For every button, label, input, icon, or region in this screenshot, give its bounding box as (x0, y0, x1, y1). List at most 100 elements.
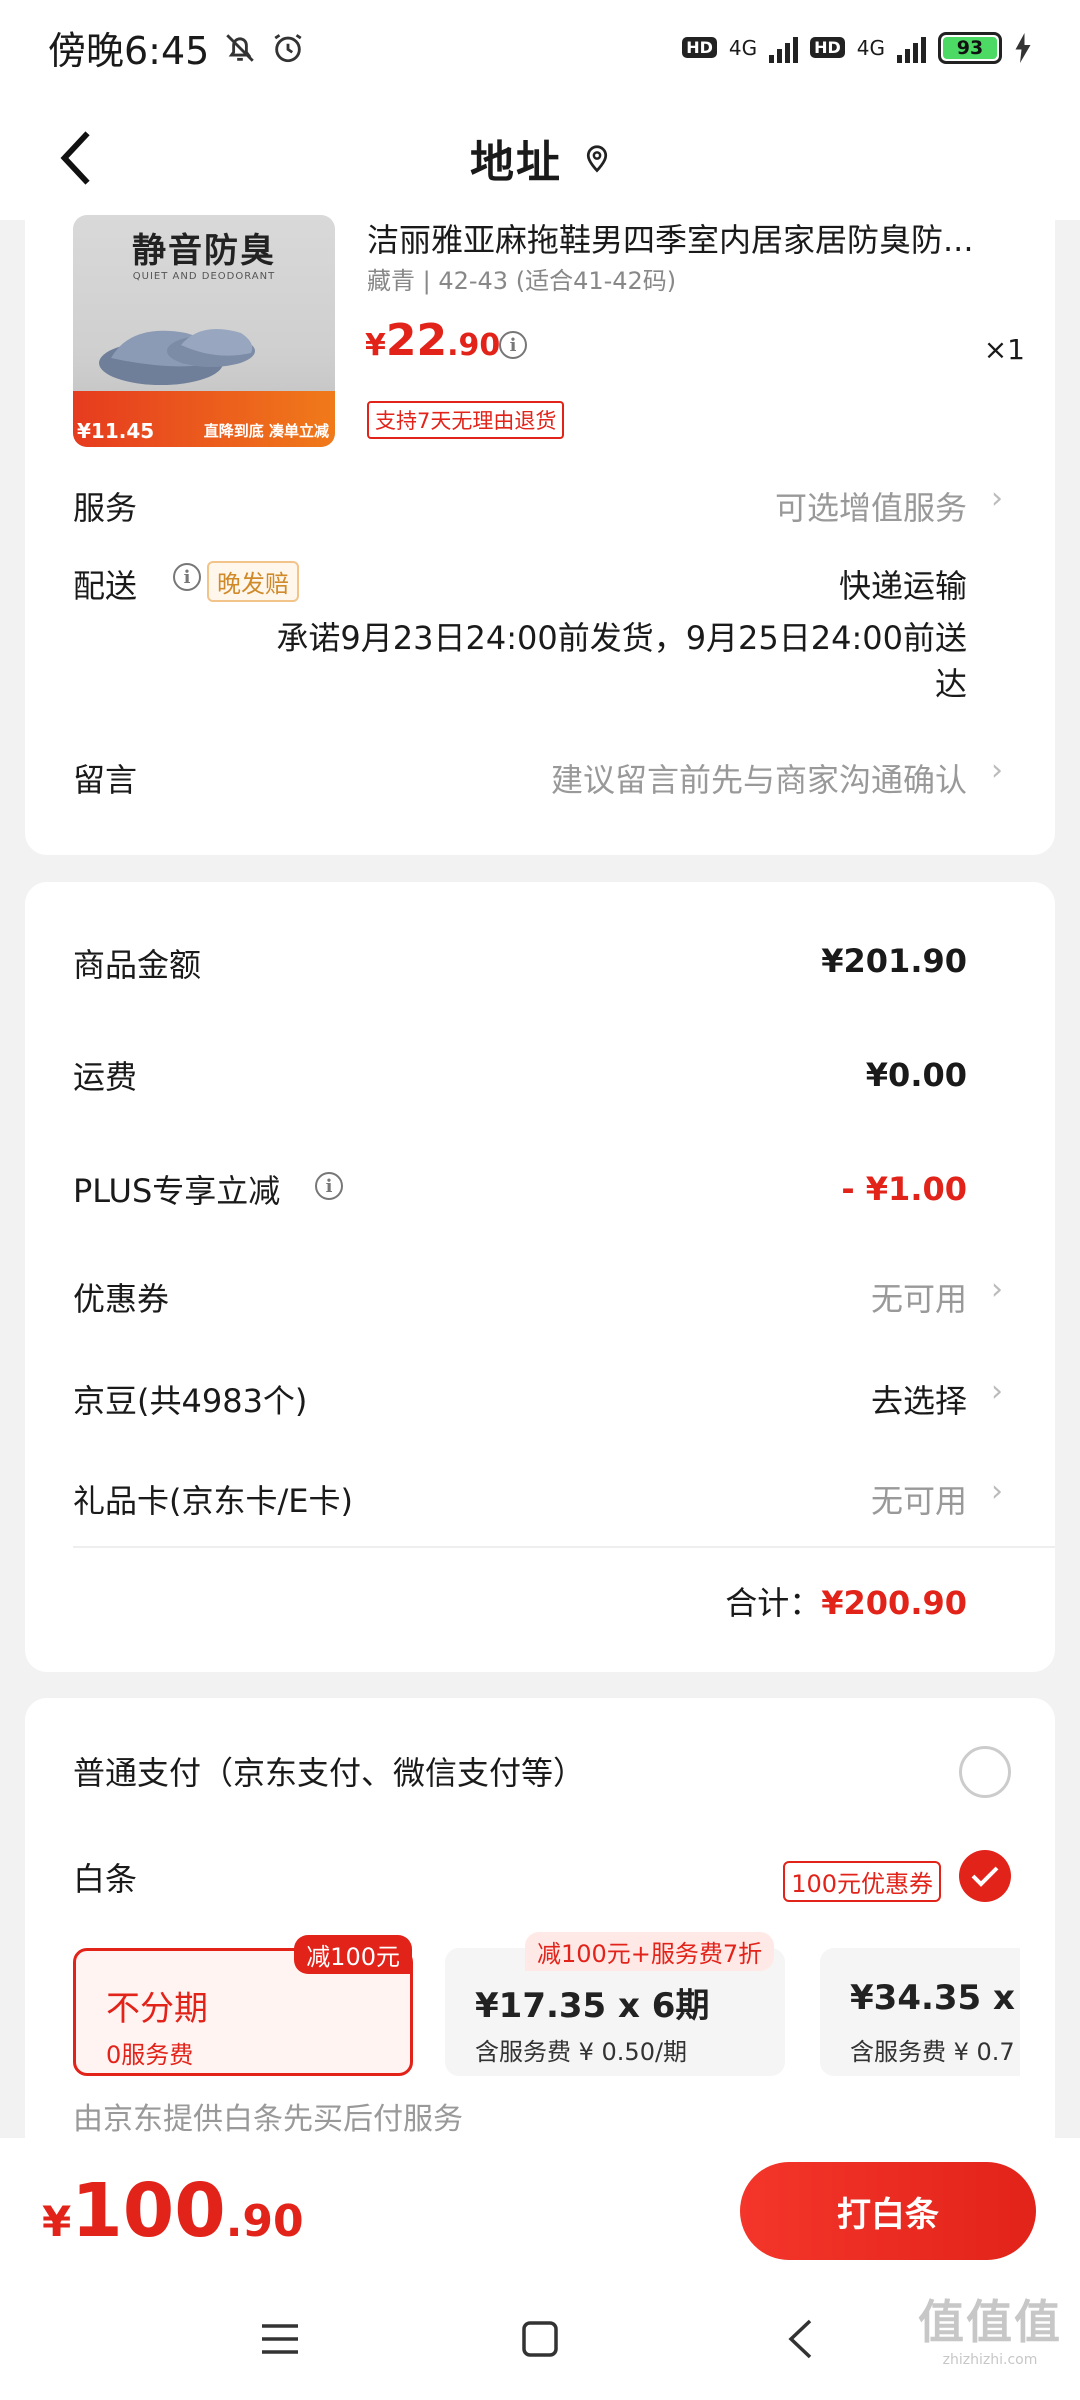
jd-beans-value[interactable]: 去选择 (871, 1376, 967, 1422)
hd-badge: HD (682, 37, 717, 58)
battery-icon: 93 (938, 31, 1002, 64)
baitiao-label[interactable]: 白条 (73, 1854, 137, 1900)
price-symbol: ¥ (365, 328, 386, 363)
pay-baitiao-button[interactable]: 打白条 (740, 2162, 1036, 2260)
late-compensation-tag: 晚发赔 (207, 561, 299, 602)
shipping-label: 运费 (73, 1058, 138, 1096)
menu-nav-button[interactable] (250, 2309, 310, 2369)
order-total: 合计：¥200.90 (725, 1578, 967, 1624)
home-square-icon (522, 2321, 558, 2357)
menu-icon (262, 2324, 298, 2354)
divider (73, 1546, 1055, 1548)
plan-title: 不分期 (106, 1989, 208, 2029)
delivery-method[interactable]: 快递运输 (839, 561, 967, 607)
shipping-value: ¥0.00 (865, 1056, 967, 1094)
back-nav-button[interactable] (770, 2309, 830, 2369)
plan-fee: 含服务费 ¥ 0.50/期 (475, 2038, 688, 2066)
coupon-label: 优惠券 (73, 1280, 170, 1318)
chevron-right-icon[interactable]: › (991, 481, 1003, 516)
chevron-right-icon[interactable]: › (991, 1272, 1003, 1307)
total-integer: 100 (71, 2168, 226, 2254)
plan-12-installments[interactable]: ¥34.35 x 含服务费 ¥ 0.7 (820, 1948, 1020, 2076)
plus-discount-label: PLUS专享立减 (73, 1172, 281, 1210)
page-title: 地址 (470, 136, 562, 188)
coupon-value[interactable]: 无可用 (871, 1274, 967, 1320)
plus-discount-value: - ¥1.00 (841, 1170, 967, 1208)
alarm-icon (271, 31, 305, 65)
back-triangle-icon (788, 2319, 812, 2359)
watermark-logo: 值值值 (918, 2295, 1062, 2349)
product-price: ¥22.90 (365, 315, 500, 366)
network-label-2: 4G (856, 35, 885, 60)
slipper-image (99, 329, 255, 385)
gift-card-value[interactable]: 无可用 (871, 1476, 967, 1522)
watermark-url: zhizhizhi.com (942, 2352, 1038, 2368)
watermark: 值值值 zhizhizhi.com (918, 2286, 1062, 2368)
message-input[interactable]: 建议留言前先与商家沟通确认 (551, 755, 967, 801)
check-icon (971, 1866, 999, 1887)
back-button[interactable] (46, 123, 106, 193)
price-decimal: .90 (447, 328, 501, 363)
total-decimal: .90 (225, 2196, 304, 2247)
total-label: 合计： (725, 1584, 822, 1622)
chevron-left-icon (60, 131, 90, 185)
plan-fee: 含服务费 ¥ 0.7 (850, 2038, 1015, 2066)
chevron-right-icon[interactable]: › (991, 753, 1003, 788)
thumb-subtitle: QUIET AND DEODORANT (132, 271, 276, 282)
thumb-badge: 直降到底 凑单立减 (203, 422, 329, 440)
gift-card-label: 礼品卡(京东卡/E卡) (73, 1482, 353, 1520)
bell-off-icon (223, 31, 257, 65)
signal-icon (769, 33, 799, 63)
provider-note: 由京东提供白条先买后付服务 (73, 2102, 463, 2137)
payment-card: 普通支付（京东支付、微信支付等） 白条 100元优惠券 减100元 不分期 0服… (25, 1698, 1055, 2138)
delivery-label: 配送 (73, 567, 138, 605)
total-value: ¥200.90 (821, 1584, 967, 1622)
page-header: 地址 (0, 95, 1080, 220)
chevron-right-icon[interactable]: › (991, 1474, 1003, 1509)
battery-level: 93 (943, 36, 997, 59)
plan-title: ¥34.35 x (850, 1978, 1015, 2018)
home-nav-button[interactable] (510, 2309, 570, 2369)
thumb-title: 静音防臭 (132, 231, 276, 271)
price-summary-card: 商品金额 ¥201.90 运费 ¥0.00 PLUS专享立减 i - ¥1.00… (25, 882, 1055, 1672)
goods-amount-label: 商品金额 (73, 946, 202, 984)
order-item-card: 静音防臭 QUIET AND DEODORANT ¥11.45 直降到底 凑单立… (25, 215, 1055, 855)
status-time: 傍晚6:45 (48, 29, 210, 73)
delivery-info-icon[interactable]: i (173, 563, 201, 591)
service-label: 服务 (73, 489, 138, 527)
checkout-bar: ¥100.90 打白条 (0, 2138, 1080, 2278)
product-quantity: ×1 (983, 333, 1025, 366)
service-value[interactable]: 可选增值服务 (775, 483, 967, 529)
jd-beans-label: 京豆(共4983个) (73, 1382, 308, 1420)
hd-badge-2: HD (810, 37, 845, 58)
plan-6-installments[interactable]: 减100元+服务费7折 ¥17.35 x 6期 含服务费 ¥ 0.50/期 (445, 1932, 785, 2076)
plus-info-icon[interactable]: i (315, 1172, 343, 1200)
normal-payment-label[interactable]: 普通支付（京东支付、微信支付等） (73, 1748, 585, 1794)
location-pin-icon[interactable] (584, 143, 610, 173)
return-policy-tag: 支持7天无理由退货 (367, 401, 565, 439)
delivery-promise: 承诺9月23日24:00前发货，9月25日24:00前送达 (276, 619, 967, 703)
price-info-icon[interactable]: i (499, 331, 527, 359)
plan-no-installment[interactable]: 减100元 不分期 0服务费 (73, 1935, 413, 2076)
total-symbol: ¥ (42, 2197, 72, 2246)
normal-payment-radio[interactable] (959, 1746, 1011, 1798)
plan-title: ¥17.35 x 6期 (475, 1986, 710, 2026)
plan-badge: 减100元 (294, 1935, 412, 1974)
charging-icon (1014, 32, 1032, 63)
message-label: 留言 (73, 761, 138, 799)
product-title[interactable]: 洁丽雅亚麻拖鞋男四季室内居家居防臭防... (367, 215, 1027, 261)
product-spec: 藏青 | 42-43 (适合41-42码) (367, 267, 677, 295)
plan-badge: 减100元+服务费7折 (525, 1932, 775, 1971)
thumb-price: ¥11.45 (77, 419, 155, 443)
product-thumbnail[interactable]: 静音防臭 QUIET AND DEODORANT ¥11.45 直降到底 凑单立… (73, 215, 335, 447)
goods-amount-value: ¥201.90 (821, 942, 967, 980)
pay-total: ¥100.90 (42, 2168, 304, 2254)
status-bar: 傍晚6:45 HD 4G HD 4G 93 (0, 0, 1080, 95)
plan-fee: 0服务费 (106, 2041, 194, 2069)
chevron-right-icon[interactable]: › (991, 1374, 1003, 1409)
network-label: 4G (728, 35, 758, 60)
baitiao-coupon-tag[interactable]: 100元优惠券 (783, 1861, 941, 1902)
signal-icon-2 (897, 33, 926, 63)
baitiao-radio[interactable] (959, 1850, 1011, 1902)
price-integer: 22 (385, 315, 448, 366)
